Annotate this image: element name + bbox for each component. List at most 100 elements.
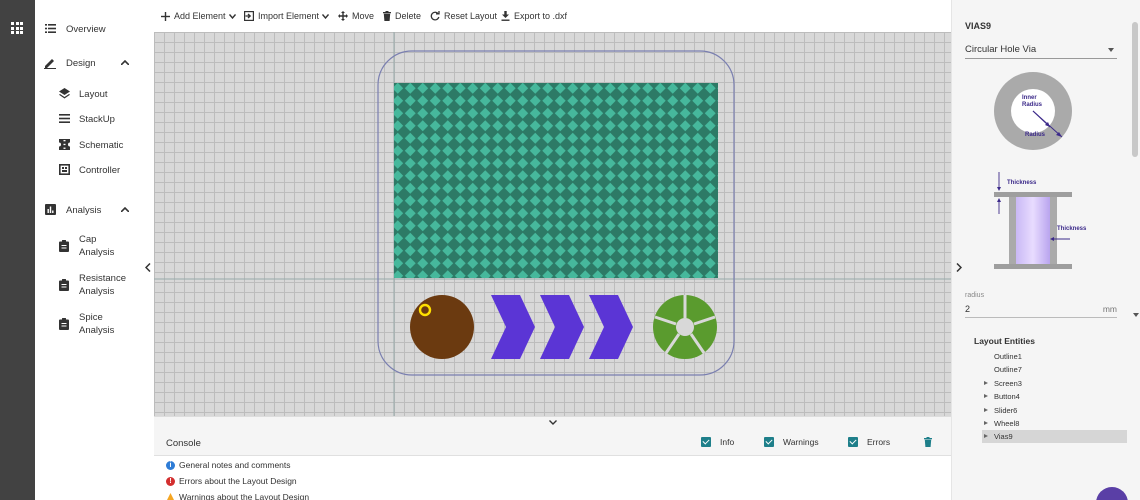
delete-label: Delete — [395, 11, 422, 21]
info-filter-checkbox[interactable]: Info — [701, 437, 734, 447]
export-dxf-button[interactable]: Export to .dxf — [501, 11, 567, 21]
inner-radius-label-line2: Radius — [1022, 102, 1043, 108]
apps-grid-icon[interactable] — [11, 22, 23, 34]
nav-section-label: Design — [66, 58, 96, 69]
sidebar-item-label: Resistance — [79, 273, 126, 284]
scroll-down-arrow-icon[interactable] — [1133, 313, 1139, 317]
slider-element[interactable] — [491, 295, 633, 359]
chevron-down-icon[interactable] — [549, 420, 557, 425]
add-element-button[interactable]: Add Element — [161, 11, 240, 21]
console-message-error: ! Errors about the Layout Design — [166, 476, 297, 486]
panel-title: VIAS9 — [965, 21, 992, 31]
toolbar: Add Element Import Element Move Delete R… — [154, 5, 951, 31]
layout-canvas[interactable] — [154, 32, 951, 416]
sidebar-item-controller[interactable]: Controller — [35, 162, 154, 178]
expand-triangle-icon[interactable] — [984, 434, 988, 439]
collapse-left-chevron-icon[interactable] — [145, 263, 151, 272]
warnings-filter-checkbox[interactable]: Warnings — [764, 437, 819, 447]
import-element-button[interactable]: Import Element — [244, 11, 333, 21]
via-type-select[interactable]: Circular Hole Via — [965, 41, 1117, 59]
sidebar-item-label: Layout — [79, 89, 108, 100]
chevron-up-icon — [121, 60, 129, 65]
radius-label: Radius — [1025, 132, 1046, 138]
entity-label: Outline7 — [994, 365, 1022, 375]
console-message-text: General notes and comments — [179, 460, 291, 470]
entity-tree-item[interactable]: Screen3 — [982, 377, 1127, 390]
trash-icon — [383, 11, 391, 21]
entity-label: Slider6 — [994, 405, 1018, 415]
nav-item-overview[interactable]: Overview — [35, 20, 154, 40]
chevron-down-icon — [228, 13, 236, 19]
errors-filter-label: Errors — [867, 437, 891, 447]
expand-triangle-icon[interactable] — [984, 380, 988, 385]
delete-button[interactable]: Delete — [383, 11, 421, 21]
console-toggle-strip[interactable] — [154, 416, 951, 429]
checkbox-checked-icon — [764, 437, 774, 447]
entity-label: Vias9 — [994, 432, 1013, 442]
radius-unit: mm — [1102, 304, 1117, 314]
expand-triangle-icon[interactable] — [984, 407, 988, 412]
button-element[interactable] — [410, 295, 474, 359]
entity-tree-item[interactable]: Button4 — [982, 390, 1127, 403]
chevron-up-icon — [121, 207, 129, 212]
entity-tree-item[interactable]: Wheel8 — [982, 417, 1127, 430]
console-message-info: i General notes and comments — [166, 460, 291, 470]
plus-icon — [161, 11, 170, 21]
pencil-icon — [44, 59, 56, 69]
sidebar-item-spice-analysis[interactable]: Spice Analysis — [35, 310, 154, 338]
nav-section-design[interactable]: Design — [35, 54, 154, 74]
info-icon: i — [166, 460, 175, 470]
expand-triangle-icon[interactable] — [984, 421, 988, 425]
via-type-value: Circular Hole Via — [965, 44, 1037, 55]
clear-console-trash-icon[interactable] — [924, 437, 932, 447]
entity-tree-item[interactable]: Outline1 — [982, 350, 1127, 363]
sidebar-item-label: StackUp — [79, 114, 115, 125]
expand-triangle-icon[interactable] — [984, 394, 988, 399]
sidebar-item-stackup[interactable]: StackUp — [35, 111, 154, 127]
properties-panel: VIAS9 Circular Hole Via Inner Radius Rad… — [951, 0, 1140, 500]
sidebar-item-resistance-analysis[interactable]: Resistance Analysis — [35, 271, 154, 299]
layout-drawing — [154, 32, 951, 416]
thickness-top-label: Thickness — [1007, 180, 1037, 186]
console-header: Console Info Warnings Errors — [154, 429, 951, 456]
checkbox-checked-icon — [701, 437, 711, 447]
entity-label: Outline1 — [994, 352, 1022, 361]
move-label: Move — [352, 11, 375, 21]
entity-tree-item[interactable]: Vias9 — [982, 430, 1127, 444]
inner-radius-label-line1: Inner — [1022, 95, 1037, 101]
bar-chart-icon — [45, 204, 56, 215]
screen-element[interactable] — [394, 83, 718, 278]
errors-filter-checkbox[interactable]: Errors — [848, 437, 890, 447]
panel-scrollbar[interactable] — [1132, 22, 1138, 157]
expand-right-chevron-icon[interactable] — [956, 263, 962, 272]
sidebar-item-schematic[interactable]: Schematic — [35, 137, 154, 153]
app-root: Overview Design Layout StackUp Schematic… — [0, 0, 1140, 500]
checkbox-checked-icon — [848, 437, 858, 447]
console-message-text: Errors about the Layout Design — [179, 476, 297, 486]
sidebar-item-cap-analysis[interactable]: Cap Analysis — [35, 232, 154, 260]
console-message-text: Warnings about the Layout Design — [179, 492, 310, 500]
radius-input[interactable]: 2 mm — [965, 302, 1117, 318]
import-icon — [244, 11, 254, 21]
refresh-icon — [430, 11, 440, 21]
console-message-warning: Warnings about the Layout Design — [166, 492, 309, 500]
nav-item-label: Overview — [66, 24, 106, 35]
entity-tree-item[interactable]: Outline7 — [982, 363, 1127, 376]
error-icon: ! — [166, 476, 175, 486]
move-button[interactable]: Move — [338, 11, 374, 21]
entity-label: Wheel8 — [994, 419, 1020, 428]
stack-icon — [59, 114, 70, 123]
download-icon — [501, 11, 510, 21]
app-rail — [0, 0, 35, 500]
nav-section-analysis[interactable]: Analysis — [35, 200, 154, 220]
sidebar-item-label: Controller — [79, 165, 121, 176]
clipboard-icon — [59, 318, 69, 330]
entity-tree-item[interactable]: Slider6 — [982, 404, 1127, 417]
console-panel: Console Info Warnings Errors i General n… — [154, 429, 951, 500]
ticket-icon — [59, 139, 70, 150]
via-radius-diagram — [994, 72, 1072, 150]
reset-layout-button[interactable]: Reset Layout — [430, 11, 497, 21]
sidebar-item-layout[interactable]: Layout — [35, 86, 154, 102]
sidebar-item-label: Analysis — [79, 286, 115, 297]
wheel-element[interactable] — [653, 295, 717, 359]
